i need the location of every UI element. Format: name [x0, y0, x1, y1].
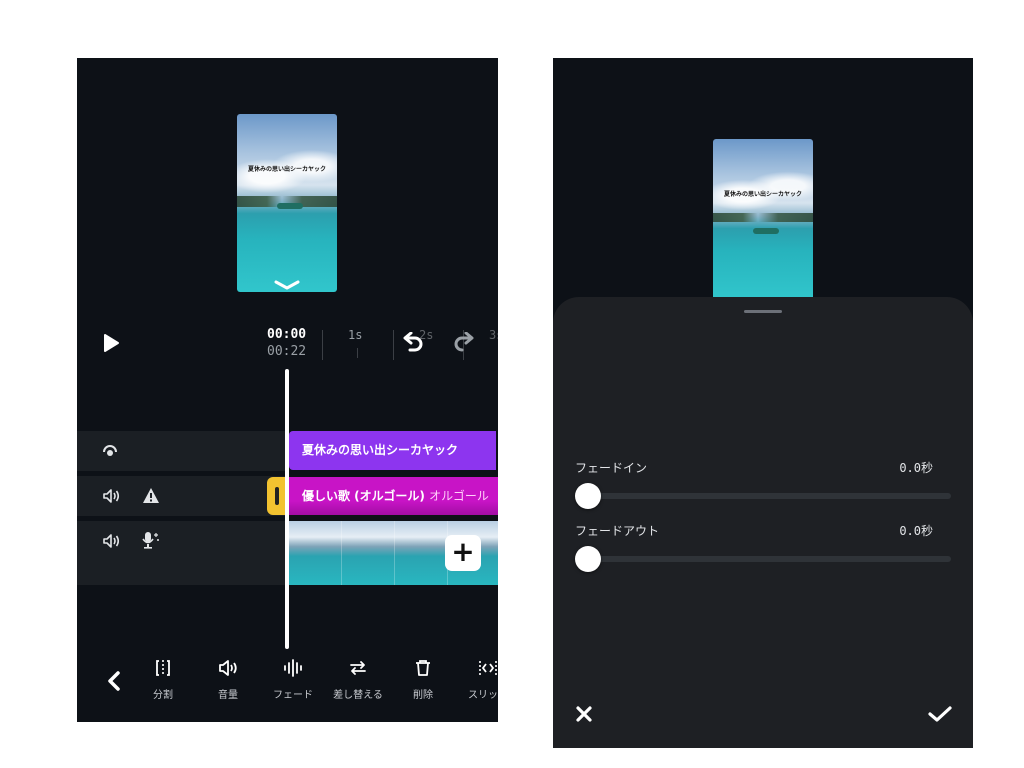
slip-icon: [479, 661, 497, 675]
replace-button[interactable]: 差し替える: [328, 658, 388, 701]
play-icon[interactable]: [102, 333, 120, 353]
undo-icon[interactable]: [402, 332, 424, 352]
volume-icon: [219, 660, 237, 676]
fade-out-value: 0.0秒: [899, 524, 933, 538]
fade-out-label: フェードアウト: [575, 524, 660, 538]
slip-button[interactable]: スリップ: [458, 658, 498, 701]
preview-overlay-text: 夏休みの思い出シーカヤック: [247, 166, 326, 173]
video-preview[interactable]: 夏休みの思い出シーカヤック: [237, 114, 337, 292]
back-icon[interactable]: [107, 670, 121, 692]
fade-in-slider-track[interactable]: [588, 493, 951, 499]
redo-icon[interactable]: [453, 332, 475, 352]
fade-button[interactable]: フェード: [263, 658, 323, 701]
video-track-header: [77, 521, 289, 585]
video-preview[interactable]: 夏休みの思い出シーカヤック: [713, 139, 813, 299]
volume-button[interactable]: 音量: [198, 658, 258, 701]
music-clip[interactable]: 優しい歌 (オルゴール) オルゴール: [289, 477, 498, 515]
ruler-tick: [322, 330, 323, 360]
volume-icon[interactable]: [102, 488, 120, 504]
text-track-header: [77, 431, 289, 471]
playhead[interactable]: [285, 369, 289, 649]
ruler-label: 3s: [489, 328, 498, 342]
slip-label: スリップ: [468, 690, 498, 701]
fade-settings-screen: 夏休みの思い出シーカヤック フェードイン 0.0秒 フェードアウト 0.0秒: [553, 58, 973, 748]
music-track-header: [77, 476, 289, 516]
fade-out-slider-thumb[interactable]: [575, 546, 601, 572]
warning-icon[interactable]: [142, 487, 160, 504]
fade-bottom-sheet: フェードイン 0.0秒 フェードアウト 0.0秒: [553, 297, 973, 748]
chevron-down-icon[interactable]: [273, 280, 301, 290]
fade-in-slider-thumb[interactable]: [575, 483, 601, 509]
sheet-grab-handle[interactable]: [744, 310, 782, 313]
total-duration: 00:22: [267, 344, 307, 359]
ruler-tick: [393, 330, 394, 360]
split-icon: [156, 660, 170, 676]
fade-in-label: フェードイン: [575, 461, 648, 475]
close-icon[interactable]: [575, 705, 593, 723]
replace-label: 差し替える: [333, 690, 383, 701]
fade-icon: [284, 659, 302, 677]
trash-icon: [416, 660, 430, 676]
visibility-icon[interactable]: [102, 443, 118, 459]
fade-label: フェード: [273, 690, 313, 701]
checkmark-icon[interactable]: [928, 705, 952, 723]
trim-handle[interactable]: [267, 477, 287, 515]
editor-screen: 夏休みの思い出シーカヤック 00:00 00:22 1s 2s 3s: [77, 58, 498, 722]
fade-out-slider-track[interactable]: [588, 556, 951, 562]
preview-overlay-text: 夏休みの思い出シーカヤック: [723, 191, 802, 198]
add-clip-button[interactable]: +: [445, 535, 481, 571]
voiceover-icon[interactable]: [141, 531, 161, 549]
split-button[interactable]: 分割: [133, 658, 193, 701]
fade-in-value: 0.0秒: [899, 461, 933, 475]
ruler-tick: [357, 348, 358, 358]
ruler-label: 1s: [348, 328, 363, 342]
volume-label: 音量: [218, 690, 238, 701]
delete-button[interactable]: 削除: [393, 658, 453, 701]
text-clip[interactable]: 夏休みの思い出シーカヤック: [289, 431, 496, 470]
current-timecode: 00:00: [267, 327, 307, 342]
audio-waveform: [289, 501, 498, 515]
replace-icon: [350, 661, 366, 675]
volume-icon[interactable]: [102, 533, 120, 549]
delete-label: 削除: [413, 690, 433, 701]
split-label: 分割: [153, 690, 173, 701]
